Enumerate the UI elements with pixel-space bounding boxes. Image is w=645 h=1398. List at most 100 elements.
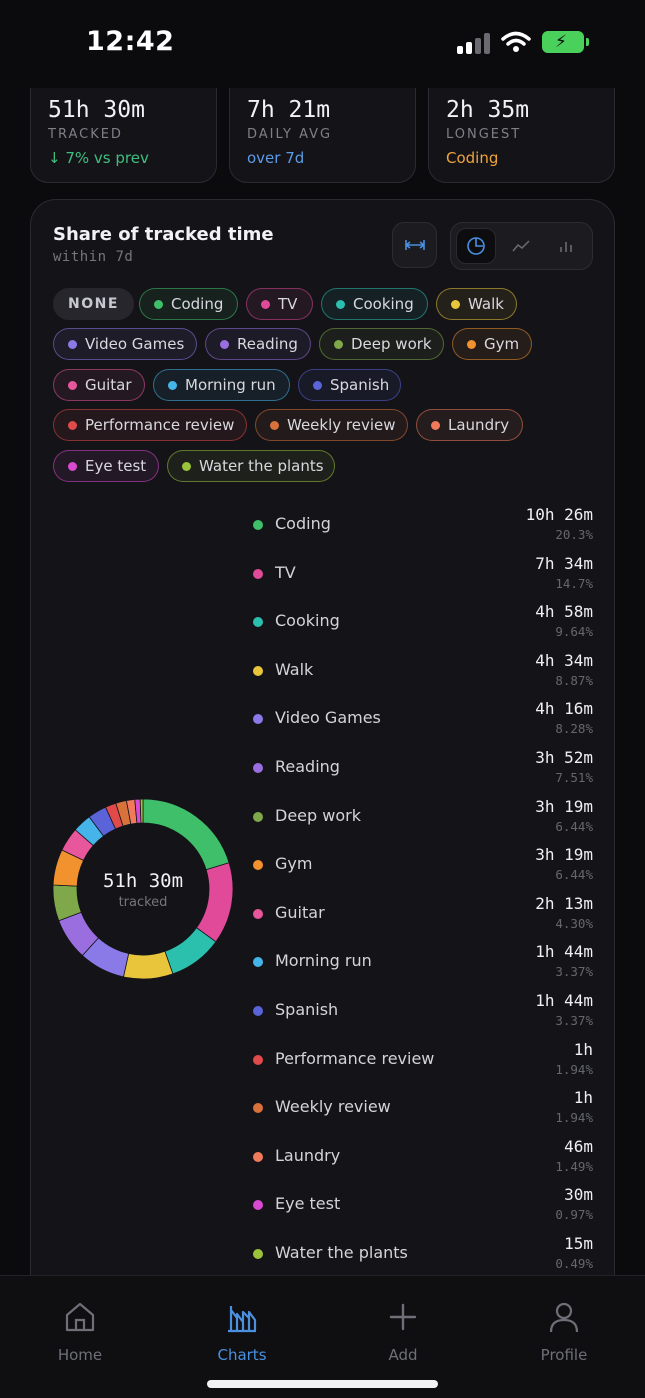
- legend-duration: 3h 19m: [535, 796, 593, 816]
- chip-performance-review[interactable]: Performance review: [53, 409, 247, 441]
- legend-row[interactable]: Guitar 2h 13m 4.30%: [253, 892, 593, 940]
- chip-color-dot: [451, 299, 460, 309]
- legend-row[interactable]: Spanish 1h 44m 3.37%: [253, 989, 593, 1037]
- chip-laundry[interactable]: Laundry: [416, 409, 523, 441]
- compare-arrows-icon: [404, 240, 425, 250]
- chip-walk[interactable]: Walk: [436, 288, 517, 320]
- tab-home[interactable]: Home: [20, 1288, 140, 1368]
- wifi-icon: [501, 31, 531, 52]
- legend-color-dot: [253, 908, 263, 919]
- plus-icon: [389, 1303, 417, 1331]
- compare-button[interactable]: [392, 222, 437, 268]
- chip-label: Performance review: [85, 416, 235, 434]
- chip-label: Water the plants: [199, 457, 324, 475]
- legend-duration: 1h 44m: [535, 942, 593, 962]
- chip-cooking[interactable]: Cooking: [321, 288, 428, 320]
- legend-percent: 20.3%: [555, 527, 593, 542]
- legend-name: Laundry: [275, 1145, 341, 1165]
- person-icon: [549, 1302, 579, 1333]
- legend-name: TV: [275, 562, 296, 582]
- legend-duration: 30m: [564, 1185, 593, 1205]
- status-bar: 12:42 ⚡: [0, 0, 645, 88]
- legend-percent: 1.49%: [555, 1158, 593, 1174]
- legend-row[interactable]: Coding 10h 26m 20.3%: [253, 503, 593, 551]
- legend-duration: 1h: [573, 1039, 593, 1059]
- tab-add[interactable]: Add: [343, 1288, 463, 1368]
- legend-row[interactable]: Cooking 4h 58m 9.64%: [253, 600, 593, 648]
- legend-percent: 9.64%: [555, 624, 593, 640]
- bar-view-button[interactable]: [546, 228, 586, 264]
- chip-gym[interactable]: Gym: [452, 328, 532, 360]
- chip-label: Laundry: [448, 416, 510, 434]
- chip-weekly-review[interactable]: Weekly review: [255, 409, 408, 441]
- donut-slice-coding[interactable]: [142, 798, 230, 871]
- legend-name: Coding: [275, 514, 331, 533]
- chip-label: Reading: [237, 335, 298, 353]
- donut-slice-walk[interactable]: [122, 950, 174, 980]
- legend-duration: 46m: [564, 1136, 593, 1156]
- legend-duration: 4h 16m: [535, 699, 593, 719]
- legend-color-dot: [253, 1103, 263, 1114]
- chip-tv[interactable]: TV: [246, 288, 313, 320]
- legend-duration: 4h 34m: [535, 650, 593, 670]
- legend-percent: 3.37%: [555, 964, 593, 980]
- view-mode-toggle: [450, 222, 593, 270]
- chip-video-games[interactable]: Video Games: [53, 328, 197, 360]
- stat-sub: over 7d: [247, 149, 305, 167]
- legend-duration: 10h 26m: [525, 505, 593, 524]
- chip-color-dot: [261, 299, 270, 309]
- chip-guitar[interactable]: Guitar: [53, 369, 145, 401]
- donut-total: 51h 30m: [102, 870, 184, 892]
- legend-color-dot: [253, 1054, 263, 1065]
- line-view-button[interactable]: [501, 228, 541, 264]
- chip-morning-run[interactable]: Morning run: [153, 369, 290, 401]
- legend-row[interactable]: Morning run 1h 44m 3.37%: [253, 940, 593, 988]
- legend-percent: 0.49%: [555, 1256, 593, 1271]
- legend-name: Cooking: [275, 611, 340, 631]
- tab-label: Add: [388, 1346, 418, 1364]
- stat-value: 7h 21m: [247, 97, 331, 123]
- tab-charts[interactable]: Charts: [182, 1288, 302, 1368]
- legend-duration: 1h 44m: [535, 991, 593, 1010]
- tab-profile[interactable]: Profile: [504, 1288, 624, 1368]
- legend-percent: 6.44%: [555, 818, 593, 834]
- chip-label: Cooking: [353, 295, 414, 313]
- legend-row[interactable]: Laundry 46m 1.49%: [253, 1135, 593, 1183]
- chip-coding[interactable]: Coding: [139, 288, 238, 320]
- tab-bar: Home Charts Add Profile: [0, 1275, 645, 1398]
- chip-spanish[interactable]: Spanish: [298, 369, 401, 401]
- chip-color-dot: [68, 380, 77, 390]
- legend-duration: 15m: [564, 1234, 593, 1253]
- chip-reading[interactable]: Reading: [205, 328, 311, 360]
- card-title: Share of tracked time: [53, 224, 274, 245]
- chip-color-dot: [68, 339, 77, 349]
- legend-percent: 14.7%: [555, 575, 593, 591]
- chip-label: Guitar: [85, 376, 132, 394]
- chip-color-dot: [68, 420, 77, 430]
- line-chart-icon: [512, 240, 530, 252]
- legend-row[interactable]: Deep work 3h 19m 6.44%: [253, 795, 593, 843]
- legend-row[interactable]: Gym 3h 19m 6.44%: [253, 843, 593, 891]
- legend-row[interactable]: Water the plants 15m 0.49%: [253, 1232, 593, 1280]
- donut-slice-water-the-plants[interactable]: [139, 798, 144, 824]
- chip-none[interactable]: NONE: [53, 288, 134, 320]
- legend-percent: 1.94%: [555, 1110, 593, 1126]
- legend-row[interactable]: Reading 3h 52m 7.51%: [253, 746, 593, 794]
- chip-eye-test[interactable]: Eye test: [53, 450, 159, 482]
- pie-view-button[interactable]: [456, 228, 496, 264]
- legend-row[interactable]: Performance review 1h 1.94%: [253, 1038, 593, 1086]
- legend-percent: 7.51%: [555, 770, 593, 785]
- legend-row[interactable]: TV 7h 34m 14.7%: [253, 552, 593, 600]
- legend-row[interactable]: Walk 4h 34m 8.87%: [253, 649, 593, 697]
- legend-row[interactable]: Video Games 4h 16m 8.28%: [253, 697, 593, 745]
- legend-row[interactable]: Eye test 30m 0.97%: [253, 1183, 593, 1231]
- legend-row[interactable]: Weekly review 1h 1.94%: [253, 1086, 593, 1134]
- chip-color-dot: [220, 339, 229, 349]
- legend-percent: 3.37%: [555, 1013, 593, 1028]
- chip-color-dot: [154, 299, 163, 309]
- chip-water-the-plants[interactable]: Water the plants: [167, 450, 335, 482]
- pie-chart-icon: [467, 237, 485, 255]
- chip-deep-work[interactable]: Deep work: [319, 328, 444, 360]
- legend-percent: 4.30%: [555, 915, 593, 931]
- stat-label: TRACKED: [48, 127, 123, 142]
